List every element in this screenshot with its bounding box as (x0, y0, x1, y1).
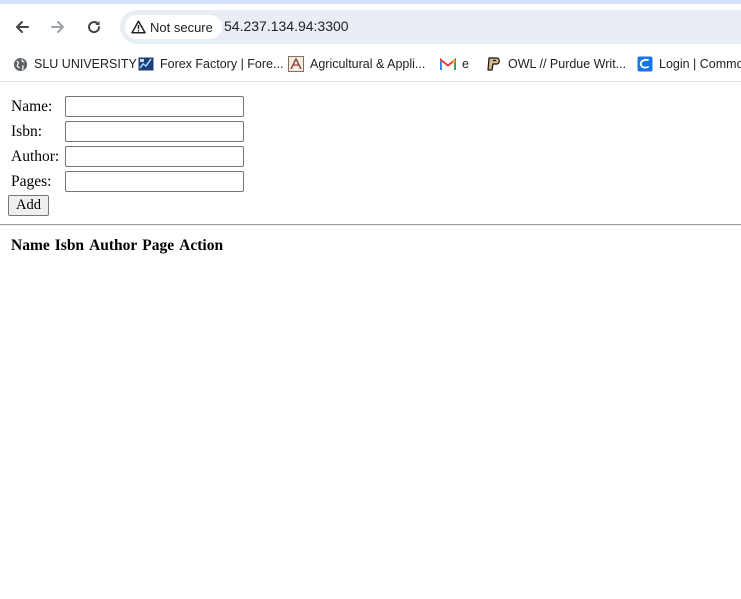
name-label: Name: (11, 98, 53, 115)
author-label: Author: (11, 148, 60, 165)
author-input[interactable] (65, 146, 244, 167)
bookmark-common-app[interactable]: Login | Commo (637, 55, 741, 73)
header-author: Author (89, 237, 138, 254)
bookmarks-bar: SLU UNIVERSITY Forex Factory | Fore... A… (0, 48, 741, 82)
bookmark-label: OWL // Purdue Writ... (508, 57, 627, 71)
browser-toolbar: Not secure 54.237.134.94:3300 (0, 4, 741, 48)
bookmark-label: SLU UNIVERSITY (34, 57, 137, 71)
site-info-chip[interactable]: Not secure (125, 15, 222, 39)
bookmark-forex-factory[interactable]: Forex Factory | Fore... (138, 55, 283, 73)
reload-button[interactable] (80, 13, 108, 41)
page-content: Name: Isbn: Author: Pages: Add Name Isbn… (0, 82, 741, 599)
commonapp-icon (637, 56, 653, 72)
purdue-icon (486, 56, 502, 72)
header-name: Name (11, 237, 50, 254)
back-arrow-icon (16, 21, 29, 33)
bookmark-label: Agricultural & Appli... (310, 57, 426, 71)
bookmark-label: Forex Factory | Fore... (160, 57, 284, 71)
address-bar[interactable]: Not secure 54.237.134.94:3300 (120, 10, 741, 44)
back-button[interactable] (8, 13, 36, 41)
reload-icon (88, 21, 101, 34)
header-action: Action (179, 237, 224, 254)
globe-icon (12, 56, 28, 72)
isbn-label: Isbn: (11, 123, 42, 140)
bookmark-label: e (462, 57, 469, 71)
header-isbn: Isbn (54, 237, 85, 254)
bookmark-owl-purdue[interactable]: OWL // Purdue Writ... (486, 55, 626, 73)
bookmark-gmail[interactable]: e (440, 55, 469, 73)
security-label: Not secure (150, 19, 213, 35)
bookmark-label: Login | Commo (659, 57, 741, 71)
pages-label: Pages: (11, 173, 52, 190)
isbn-input[interactable] (65, 121, 244, 142)
gmail-icon (440, 56, 456, 72)
bookmark-slu-university[interactable]: SLU UNIVERSITY (12, 55, 137, 73)
forward-arrow-icon (51, 21, 64, 33)
books-table-header: Name Isbn Author Page Action (11, 237, 223, 255)
agricultural-icon (288, 56, 304, 72)
header-page: Page (142, 237, 175, 254)
name-input[interactable] (65, 96, 244, 117)
horizontal-rule (0, 224, 741, 226)
url-text[interactable]: 54.237.134.94:3300 (224, 18, 349, 34)
forex-factory-icon (138, 56, 154, 72)
forward-button[interactable] (44, 13, 72, 41)
bookmark-agricultural[interactable]: Agricultural & Appli... (288, 55, 425, 73)
pages-input[interactable] (65, 171, 244, 192)
warning-icon (131, 20, 146, 34)
add-button[interactable]: Add (8, 195, 49, 216)
